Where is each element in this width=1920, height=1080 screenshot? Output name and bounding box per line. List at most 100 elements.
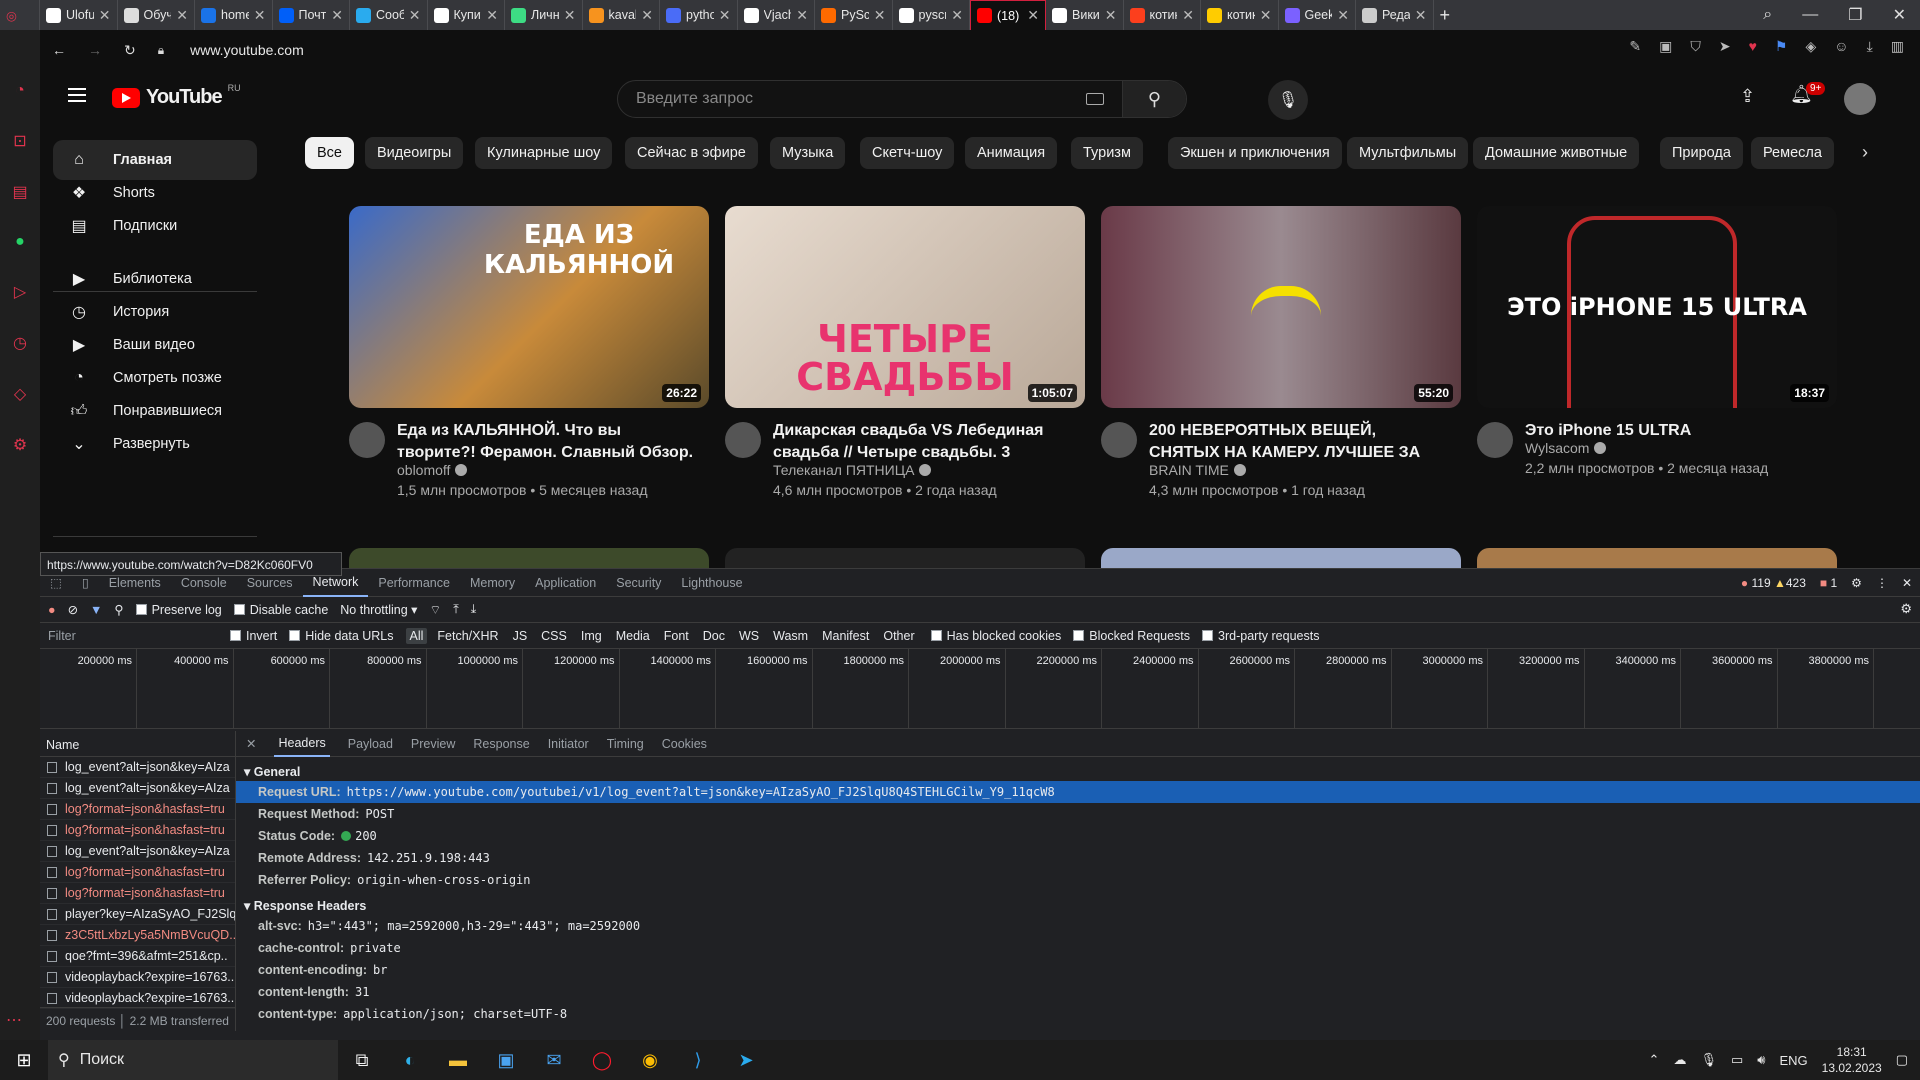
general-section-header[interactable]: ▾ General: [236, 757, 1920, 781]
wifi-icon[interactable]: ⌔: [429, 602, 441, 618]
speed-dial-icon[interactable]: ◔: [15, 82, 25, 100]
chip-11[interactable]: Природа: [1660, 137, 1743, 169]
screenshot-icon[interactable]: ▣: [1659, 38, 1672, 55]
tab-close-icon[interactable]: ✕: [1415, 7, 1427, 24]
forward-icon[interactable]: →: [88, 42, 102, 58]
tab-lighthouse[interactable]: Lighthouse: [671, 569, 752, 597]
search-input[interactable]: Введите запрос: [618, 90, 1086, 108]
import-har-icon[interactable]: ⤒: [453, 602, 459, 617]
filter-type-9[interactable]: Wasm: [769, 628, 812, 644]
video-title[interactable]: 200 НЕВЕРОЯТНЫХ ВЕЩЕЙ, СНЯТЫХ НА КАМЕРУ.…: [1149, 420, 1449, 464]
general-row[interactable]: Status Code: 200: [236, 825, 1920, 847]
browser-tab[interactable]: Википе ✕: [1046, 0, 1124, 30]
channel-avatar[interactable]: [725, 422, 761, 458]
cloud-icon[interactable]: ☁: [1673, 1052, 1686, 1068]
bag-icon[interactable]: ⊡: [13, 131, 26, 151]
settings-icon[interactable]: ⚙: [1851, 576, 1862, 590]
chip-9[interactable]: Мультфильмы: [1347, 137, 1469, 169]
tab-close-icon[interactable]: ✕: [719, 7, 731, 24]
disable-cache-checkbox[interactable]: Disable cache: [233, 603, 328, 617]
history-sidebar-icon[interactable]: ◷: [13, 333, 27, 353]
browser-tab[interactable]: (18) Yo ✕: [970, 0, 1046, 30]
browser-tab[interactable]: PyScrip ✕: [815, 0, 893, 30]
video-title[interactable]: Еда из КАЛЬЯННОЙ. Что вы творите?! Ферам…: [397, 420, 697, 464]
response-header-row[interactable]: alt-svc: h3=":443"; ma=2592000,h3-29=":44…: [236, 915, 1920, 937]
tab-application[interactable]: Application: [525, 569, 606, 597]
detail-tab-payload[interactable]: Payload: [348, 737, 393, 751]
response-header-row[interactable]: cache-control: private: [236, 937, 1920, 959]
browser-tab[interactable]: Ulofun ✕: [40, 0, 118, 30]
tab-close-icon[interactable]: ✕: [331, 7, 343, 24]
request-row[interactable]: videoplayback?expire=16763..: [40, 967, 235, 988]
response-header-row[interactable]: content-encoding: br: [236, 959, 1920, 981]
send-icon[interactable]: ➤: [1719, 38, 1731, 55]
browser-tab[interactable]: GeekB ✕: [1279, 0, 1356, 30]
filter-type-11[interactable]: Other: [879, 628, 918, 644]
tab-close-icon[interactable]: ✕: [874, 7, 886, 24]
url-field[interactable]: www.youtube.com: [190, 42, 304, 58]
filter-input[interactable]: Filter: [48, 629, 218, 643]
export-har-icon[interactable]: ⤓: [471, 602, 477, 617]
tab-close-icon[interactable]: ✕: [99, 7, 111, 24]
video-title[interactable]: Это iPhone 15 ULTRA: [1525, 420, 1825, 442]
request-row[interactable]: z3C5ttLxbzLy5a5NmBVcuQD..: [40, 925, 235, 946]
sidebar-toggle-icon[interactable]: ▥: [1891, 38, 1904, 55]
keyboard-icon[interactable]: [1086, 93, 1104, 105]
chip-3[interactable]: Сейчас в эфире: [625, 137, 758, 169]
chevron-up-icon[interactable]: ⌃: [1649, 1052, 1660, 1068]
upload-icon[interactable]: ⇪: [1740, 86, 1755, 107]
response-header-row[interactable]: content-length: 31: [236, 981, 1920, 1003]
maximize-icon[interactable]: ❐: [1848, 5, 1862, 25]
tab-close-icon[interactable]: ✕: [1260, 7, 1272, 24]
hide-data-urls-checkbox[interactable]: Hide data URLs: [289, 629, 394, 643]
reload-icon[interactable]: ↻: [124, 42, 136, 59]
browser-tab[interactable]: python ✕: [660, 0, 738, 30]
sidebar-item-subscriptions[interactable]: ▤ Подписки: [53, 206, 257, 246]
close-devtools-icon[interactable]: ✕: [1902, 576, 1912, 590]
edit-icon[interactable]: ✎: [1629, 38, 1641, 55]
chip-5[interactable]: Скетч-шоу: [860, 137, 955, 169]
request-row[interactable]: log?format=json&hasfast=tru: [40, 883, 235, 904]
chip-10[interactable]: Домашние животные: [1473, 137, 1640, 169]
channel-name[interactable]: Телеканал ПЯТНИЦА: [773, 462, 932, 478]
back-icon[interactable]: ←: [52, 42, 66, 58]
response-headers-section-header[interactable]: ▾ Response Headers: [236, 891, 1920, 915]
filter-type-4[interactable]: Img: [577, 628, 606, 644]
chip-6[interactable]: Анимация: [965, 137, 1058, 169]
filter-type-8[interactable]: WS: [735, 628, 763, 644]
search-box[interactable]: Введите запрос ⚲: [617, 80, 1187, 118]
search-tabs-icon[interactable]: ⌕: [1763, 6, 1772, 24]
blocked-requests-checkbox[interactable]: Blocked Requests: [1073, 629, 1190, 643]
store-icon[interactable]: ▣: [482, 1040, 530, 1080]
flag-icon[interactable]: ⚑: [1775, 38, 1788, 55]
task-view-icon[interactable]: ⧉: [338, 1040, 386, 1080]
tab-close-icon[interactable]: ✕: [564, 7, 576, 24]
taskbar-search[interactable]: ⚲ Поиск: [48, 1040, 338, 1080]
browser-tab[interactable]: Vjache ✕: [738, 0, 815, 30]
minimize-icon[interactable]: —: [1802, 6, 1818, 24]
preserve-log-checkbox[interactable]: Preserve log: [135, 603, 222, 617]
detail-tab-response[interactable]: Response: [473, 737, 529, 751]
chevron-right-icon[interactable]: ›: [1862, 142, 1868, 163]
tab-close-icon[interactable]: ✕: [176, 7, 188, 24]
video-thumbnail-partial[interactable]: [1477, 548, 1837, 568]
opera-icon[interactable]: ◯: [578, 1040, 626, 1080]
voice-search-button[interactable]: 🎙︎: [1268, 80, 1308, 120]
video-card[interactable]: ЧЕТЫРЕ СВАДЬБЫ 1:05:07 Дикарская свадьба V…: [725, 206, 1085, 508]
error-count[interactable]: ● 119 ▲423: [1741, 576, 1806, 590]
whatsapp-icon[interactable]: ●: [15, 233, 25, 251]
kebab-menu-icon[interactable]: ⋮: [1876, 576, 1888, 590]
has-blocked-cookies-checkbox[interactable]: Has blocked cookies: [930, 629, 1061, 643]
tab-close-icon[interactable]: ✕: [254, 7, 266, 24]
browser-logo-icon[interactable]: ◎: [0, 0, 40, 30]
request-row[interactable]: log?format=json&hasfast=tru: [40, 862, 235, 883]
clear-icon[interactable]: ⊘: [68, 602, 78, 617]
browser-tab[interactable]: kavab ✕: [583, 0, 660, 30]
channel-avatar[interactable]: [349, 422, 385, 458]
response-header-row[interactable]: content-type: application/json; charset=U…: [236, 1003, 1920, 1025]
chip-0[interactable]: Все: [305, 137, 354, 169]
filter-type-5[interactable]: Media: [612, 628, 654, 644]
mail-icon[interactable]: ✉: [530, 1040, 578, 1080]
issues-count[interactable]: ■ 1: [1820, 576, 1837, 590]
video-thumbnail[interactable]: 55:20: [1101, 206, 1461, 408]
